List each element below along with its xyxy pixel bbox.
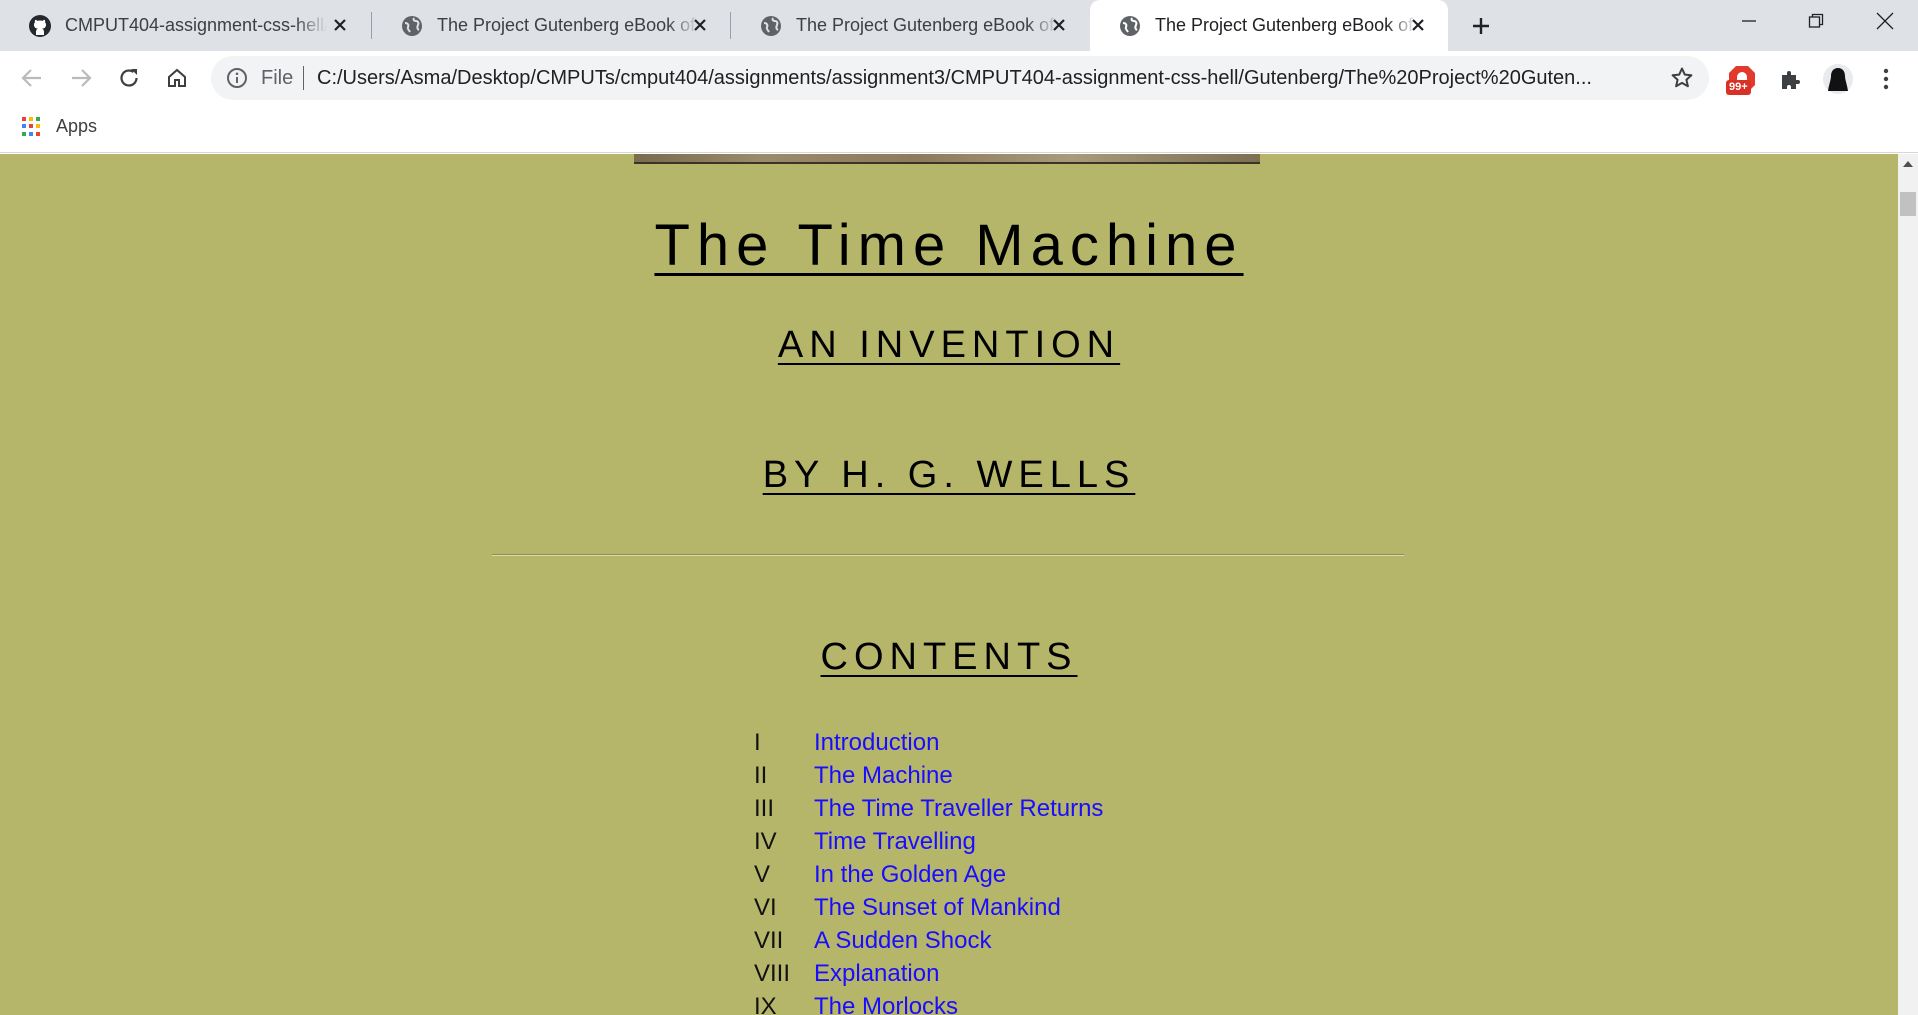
close-icon	[1876, 12, 1894, 30]
minimize-button[interactable]	[1718, 0, 1780, 42]
url-scheme-label: File	[261, 67, 294, 89]
puzzle-icon	[1782, 71, 1800, 89]
tab-gutenberg-1[interactable]: The Project Gutenberg eBook of	[372, 0, 730, 51]
avatar-icon	[1823, 64, 1853, 94]
toc-row: VIII Explanation	[754, 957, 1103, 990]
forward-button[interactable]	[62, 59, 100, 97]
omnibox-divider	[303, 66, 304, 90]
tab-title: The Project Gutenberg eBook of	[437, 15, 696, 35]
bookmark-star-icon[interactable]	[1669, 65, 1695, 91]
minimize-icon	[1742, 20, 1756, 22]
chapter-link[interactable]: The Machine	[814, 762, 953, 790]
close-tab-icon[interactable]	[1406, 13, 1430, 37]
book-title-wrap: The Time Machine	[0, 212, 1898, 279]
close-window-button[interactable]	[1854, 0, 1916, 42]
kebab-menu-icon	[1883, 68, 1889, 90]
tab-title: CMPUT404-assignment-css-hell/	[65, 15, 327, 35]
toc-row: IX The Morlocks	[754, 990, 1103, 1015]
scroll-up-arrow-icon[interactable]	[1898, 154, 1918, 174]
chapter-number: VIII	[754, 959, 791, 987]
toc-row: VI The Sunset of Mankind	[754, 891, 1103, 924]
toc-row: III The Time Traveller Returns	[754, 792, 1103, 825]
toc-row: I Introduction	[754, 726, 1103, 759]
table-of-contents: I Introduction II The Machine III The Ti…	[754, 726, 1103, 1015]
tab-title: The Project Gutenberg eBook of	[1155, 15, 1414, 35]
tab-github[interactable]: CMPUT404-assignment-css-hell/	[0, 0, 370, 51]
bookmarks-bar: Apps	[0, 106, 1918, 153]
chapter-link[interactable]: The Morlocks	[814, 993, 958, 1015]
home-icon	[168, 68, 186, 87]
contents-heading-wrap: CONTENTS	[0, 636, 1898, 679]
apps-label: Apps	[56, 116, 98, 136]
chapter-number: IX	[754, 992, 777, 1015]
tab-gutenberg-2[interactable]: The Project Gutenberg eBook of	[731, 0, 1089, 51]
close-tab-icon[interactable]	[1047, 13, 1071, 37]
subtitle-wrap: AN INVENTION	[0, 324, 1898, 367]
back-button[interactable]	[13, 59, 51, 97]
book-author: BY H. G. WELLS	[762, 454, 1136, 496]
tab-gutenberg-active[interactable]: The Project Gutenberg eBook of	[1090, 0, 1448, 51]
chapter-link[interactable]: The Sunset of Mankind	[814, 894, 1061, 922]
book-subtitle: AN INVENTION	[777, 324, 1121, 366]
info-icon[interactable]	[225, 66, 249, 90]
cover-image	[634, 154, 1260, 164]
globe-icon	[759, 14, 783, 38]
tab-strip: CMPUT404-assignment-css-hell/ The Projec…	[0, 0, 1918, 51]
restore-icon	[1808, 13, 1824, 28]
chapter-number: VI	[754, 893, 777, 921]
toc-row: VII A Sudden Shock	[754, 924, 1103, 957]
home-button[interactable]	[158, 59, 196, 97]
github-icon	[28, 14, 52, 38]
tab-title: The Project Gutenberg eBook of	[796, 15, 1055, 35]
chapter-number: II	[754, 761, 768, 789]
chapter-link[interactable]: In the Golden Age	[814, 861, 1006, 889]
profile-avatar[interactable]	[1820, 61, 1856, 97]
new-tab-button[interactable]	[1466, 11, 1496, 41]
chapter-link[interactable]: Introduction	[814, 729, 939, 757]
contents-heading: CONTENTS	[820, 636, 1078, 678]
page-scrollbar[interactable]	[1898, 154, 1918, 1015]
chapter-number: VII	[754, 926, 784, 954]
globe-icon	[400, 14, 424, 38]
chapter-number: I	[754, 728, 761, 756]
toc-row: II The Machine	[754, 759, 1103, 792]
extensions-button[interactable]	[1772, 61, 1808, 97]
chapter-number: V	[754, 860, 771, 888]
close-tab-icon[interactable]	[328, 13, 352, 37]
toc-row: V In the Golden Age	[754, 858, 1103, 891]
forward-arrow-icon	[72, 69, 92, 87]
apps-shortcut[interactable]: Apps	[22, 116, 97, 137]
chapter-link[interactable]: A Sudden Shock	[814, 927, 991, 955]
chapter-number: IV	[754, 827, 777, 855]
globe-icon	[1118, 14, 1142, 38]
menu-button[interactable]	[1868, 61, 1904, 97]
url-text[interactable]: C:/Users/Asma/Desktop/CMPUTs/cmput404/as…	[317, 67, 1657, 90]
horizontal-rule	[492, 554, 1404, 556]
author-wrap: BY H. G. WELLS	[0, 454, 1898, 497]
extension-badge: 99+	[1726, 80, 1751, 95]
book-title: The Time Machine	[654, 213, 1244, 278]
page-content: The Time Machine AN INVENTION BY H. G. W…	[0, 154, 1898, 1015]
browser-toolbar: File C:/Users/Asma/Desktop/CMPUTs/cmput4…	[0, 51, 1918, 106]
reload-button[interactable]	[110, 59, 148, 97]
reload-icon	[120, 69, 138, 87]
chapter-number: III	[754, 794, 775, 822]
restore-button[interactable]	[1785, 0, 1847, 42]
toc-row: IV Time Travelling	[754, 825, 1103, 858]
apps-grid-icon	[22, 116, 42, 137]
back-arrow-icon	[21, 69, 41, 87]
plus-icon	[1473, 18, 1489, 34]
close-tab-icon[interactable]	[688, 13, 712, 37]
address-bar[interactable]: File C:/Users/Asma/Desktop/CMPUTs/cmput4…	[211, 56, 1709, 100]
scrollbar-thumb[interactable]	[1900, 192, 1916, 216]
chapter-link[interactable]: The Time Traveller Returns	[814, 795, 1103, 823]
chapter-link[interactable]: Time Travelling	[814, 828, 976, 856]
chapter-link[interactable]: Explanation	[814, 960, 939, 988]
